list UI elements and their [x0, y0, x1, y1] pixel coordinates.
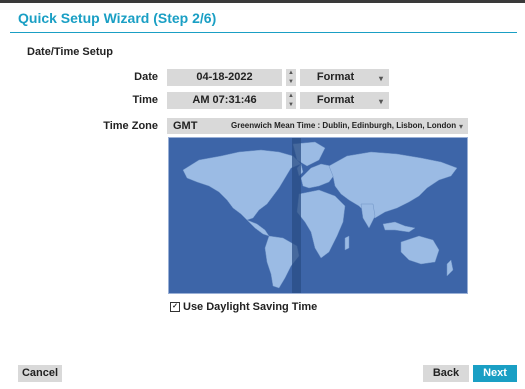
- time-field[interactable]: AM 07:31:46: [167, 92, 282, 109]
- date-spinner[interactable]: ▲ ▼: [286, 69, 296, 86]
- triangle-down-icon[interactable]: ▼: [286, 102, 296, 108]
- timezone-dropdown[interactable]: GMT Greenwich Mean Time : Dublin, Edinbu…: [167, 118, 468, 134]
- timezone-code: GMT: [173, 120, 198, 132]
- triangle-down-icon[interactable]: ▼: [286, 79, 296, 85]
- world-map-graphic: [182, 138, 458, 293]
- time-label: Time: [132, 94, 158, 106]
- chevron-down-icon: ▾: [458, 122, 463, 131]
- selected-timezone-band: [292, 138, 301, 293]
- date-field[interactable]: 04-18-2022: [167, 69, 282, 86]
- triangle-up-icon[interactable]: ▲: [286, 70, 296, 76]
- section-title: Date/Time Setup: [27, 46, 113, 58]
- page-title: Quick Setup Wizard (Step 2/6): [18, 10, 217, 26]
- triangle-up-icon[interactable]: ▲: [286, 93, 296, 99]
- date-format-dropdown[interactable]: Format ▾: [300, 69, 389, 86]
- time-format-label: Format: [316, 94, 355, 106]
- timezone-name: Greenwich Mean Time : Dublin, Edinburgh,…: [231, 121, 457, 130]
- next-button[interactable]: Next: [473, 365, 517, 382]
- title-divider: [10, 32, 517, 33]
- timezone-label: Time Zone: [103, 120, 158, 132]
- checkbox-checked-icon[interactable]: ✓: [170, 302, 180, 313]
- back-button[interactable]: Back: [423, 365, 469, 382]
- world-map[interactable]: [168, 137, 468, 294]
- daylight-saving-checkbox[interactable]: ✓ Use Daylight Saving Time: [170, 301, 317, 313]
- time-format-dropdown[interactable]: Format ▾: [300, 92, 389, 109]
- chevron-down-icon: ▾: [378, 74, 383, 83]
- chevron-down-icon: ▾: [378, 97, 383, 106]
- top-bar: [0, 0, 525, 3]
- date-label: Date: [134, 71, 158, 83]
- cancel-button[interactable]: Cancel: [18, 365, 62, 382]
- time-spinner[interactable]: ▲ ▼: [286, 92, 296, 109]
- date-format-label: Format: [316, 71, 355, 83]
- daylight-saving-label: Use Daylight Saving Time: [183, 301, 318, 313]
